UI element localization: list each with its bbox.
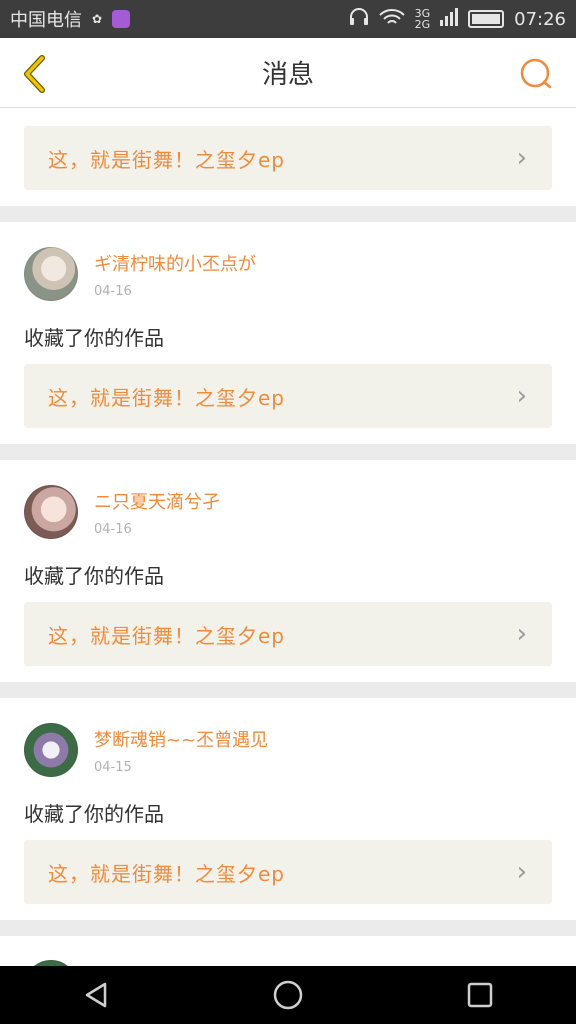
- chevron-right-icon: ›: [516, 381, 528, 411]
- chevron-right-icon: ›: [516, 143, 528, 173]
- work-card[interactable]: 这，就是街舞！之玺夕ep ›: [24, 602, 552, 666]
- nav-back-button[interactable]: [66, 971, 126, 1019]
- message-item: 梦断魂销~~丕曾遇见 04-15 收藏了你的作品 这，就是街舞！之玺夕ep ›: [0, 698, 576, 920]
- back-button[interactable]: [14, 52, 54, 96]
- triangle-back-icon: [85, 982, 107, 1008]
- wifi-icon: [378, 8, 405, 31]
- nav-home-button[interactable]: [258, 971, 318, 1019]
- work-card[interactable]: 这，就是街舞！之玺夕ep ›: [24, 364, 552, 428]
- chevron-right-icon: ›: [516, 857, 528, 887]
- search-button[interactable]: [516, 54, 556, 94]
- work-title: 这，就是街舞！之玺夕ep: [48, 623, 285, 648]
- network-type: 3G 2G: [414, 7, 431, 31]
- chevron-right-icon: ›: [516, 619, 528, 649]
- user-name[interactable]: 梦断魂销~~丕曾遇见: [94, 726, 268, 752]
- message-list[interactable]: 这，就是街舞！之玺夕ep › ギ清柠味的小丕点が 04-16 收藏了你的作品 这…: [0, 108, 576, 966]
- battery-icon: [468, 10, 505, 28]
- signal-icon: [440, 7, 459, 31]
- action-text: 收藏了你的作品: [24, 564, 164, 588]
- work-title: 这，就是街舞！之玺夕ep: [48, 385, 285, 410]
- action-text: 收藏了你的作品: [24, 802, 164, 826]
- status-bar: 中国电信 ✿ 3G 2G 07:26: [0, 0, 576, 38]
- message-item: ギ清柠味的小丕点が 04-16 收藏了你的作品 这，就是街舞！之玺夕ep ›: [0, 222, 576, 444]
- action-text: 收藏了你的作品: [24, 326, 164, 350]
- system-nav-bar: [0, 966, 576, 1024]
- user-name[interactable]: ニ只夏天滴兮孑: [94, 488, 220, 514]
- work-card[interactable]: 这，就是街舞！之玺夕ep ›: [24, 840, 552, 904]
- circle-home-icon: [273, 980, 303, 1010]
- page-title: 消息: [261, 60, 314, 90]
- work-card[interactable]: 这，就是街舞！之玺夕ep ›: [24, 126, 552, 190]
- notification-icon: ✿: [92, 12, 103, 26]
- carrier-label: 中国电信: [10, 10, 82, 31]
- app-header: 消息: [0, 38, 576, 108]
- work-title: 这，就是街舞！之玺夕ep: [48, 861, 285, 886]
- headphones-icon: [349, 7, 369, 31]
- avatar[interactable]: [24, 723, 78, 777]
- nav-recent-button[interactable]: [450, 971, 510, 1019]
- chevron-left-icon: [24, 55, 45, 93]
- app-notification-icon: [112, 10, 131, 28]
- avatar[interactable]: [24, 485, 78, 539]
- square-recent-icon: [467, 982, 493, 1008]
- message-item: 这，就是街舞！之玺夕ep ›: [0, 108, 576, 206]
- message-item: [0, 936, 576, 966]
- clock: 07:26: [514, 8, 566, 30]
- avatar[interactable]: [24, 247, 78, 301]
- message-date: 04-16: [94, 521, 132, 537]
- user-name[interactable]: ギ清柠味的小丕点が: [94, 250, 256, 276]
- message-item: ニ只夏天滴兮孑 04-16 收藏了你的作品 这，就是街舞！之玺夕ep ›: [0, 460, 576, 682]
- search-icon: [520, 58, 552, 89]
- work-title: 这，就是街舞！之玺夕ep: [48, 147, 285, 172]
- message-date: 04-15: [94, 759, 132, 775]
- message-date: 04-16: [94, 283, 132, 299]
